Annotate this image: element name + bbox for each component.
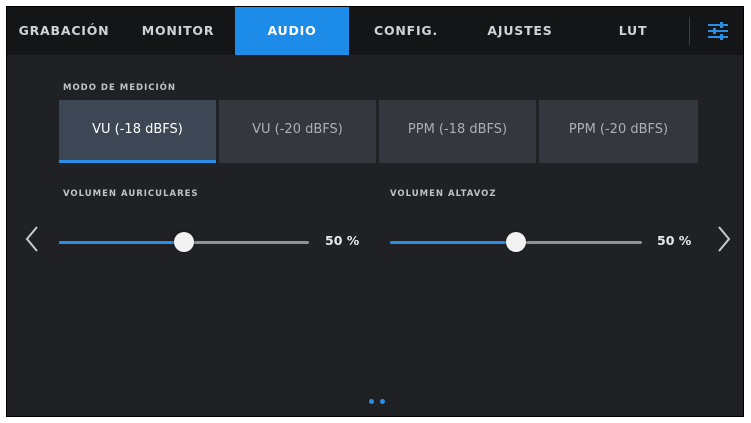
speaker-volume-slider[interactable] [390,232,642,252]
metering-option-ppm-18[interactable]: PPM (-18 dBFS) [379,100,536,163]
tab-config[interactable]: CONFIG. [349,7,463,55]
tab-lut[interactable]: LUT [577,7,689,55]
headphones-volume-label: VOLUMEN AURICULARES [63,189,199,199]
tab-audio[interactable]: AUDIO [235,7,349,55]
metering-option-ppm-20[interactable]: PPM (-20 dBFS) [539,100,698,163]
tab-bar: GRABACIÓN MONITOR AUDIO CONFIG. AJUSTES … [7,7,743,55]
chevron-right-icon [718,226,731,252]
slider-fill [59,241,184,244]
slider-fill [390,241,516,244]
metering-option-vu-20[interactable]: VU (-20 dBFS) [219,100,376,163]
tab-monitor[interactable]: MONITOR [121,7,235,55]
slider-knob[interactable] [174,232,194,252]
metering-mode-label: MODO DE MEDICIÓN [63,83,176,93]
camera-settings-screen: GRABACIÓN MONITOR AUDIO CONFIG. AJUSTES … [6,6,744,417]
speaker-volume-label: VOLUMEN ALTAVOZ [390,189,497,199]
settings-sliders-icon [708,22,728,40]
headphones-volume-slider[interactable] [59,232,309,252]
tab-grabacion[interactable]: GRABACIÓN [7,7,121,55]
chevron-left-icon [25,226,38,252]
slider-knob[interactable] [506,232,526,252]
metering-option-vu-18[interactable]: VU (-18 dBFS) [59,100,216,163]
next-page-button[interactable] [717,225,731,257]
tab-ajustes[interactable]: AJUSTES [463,7,577,55]
speaker-volume-value: 50 % [657,233,692,248]
headphones-volume-value: 50 % [325,233,360,248]
page-indicator-dot-2 [380,399,385,404]
settings-menu-button[interactable] [690,7,743,55]
page-indicator-dot-1 [369,399,374,404]
prev-page-button[interactable] [25,225,39,257]
